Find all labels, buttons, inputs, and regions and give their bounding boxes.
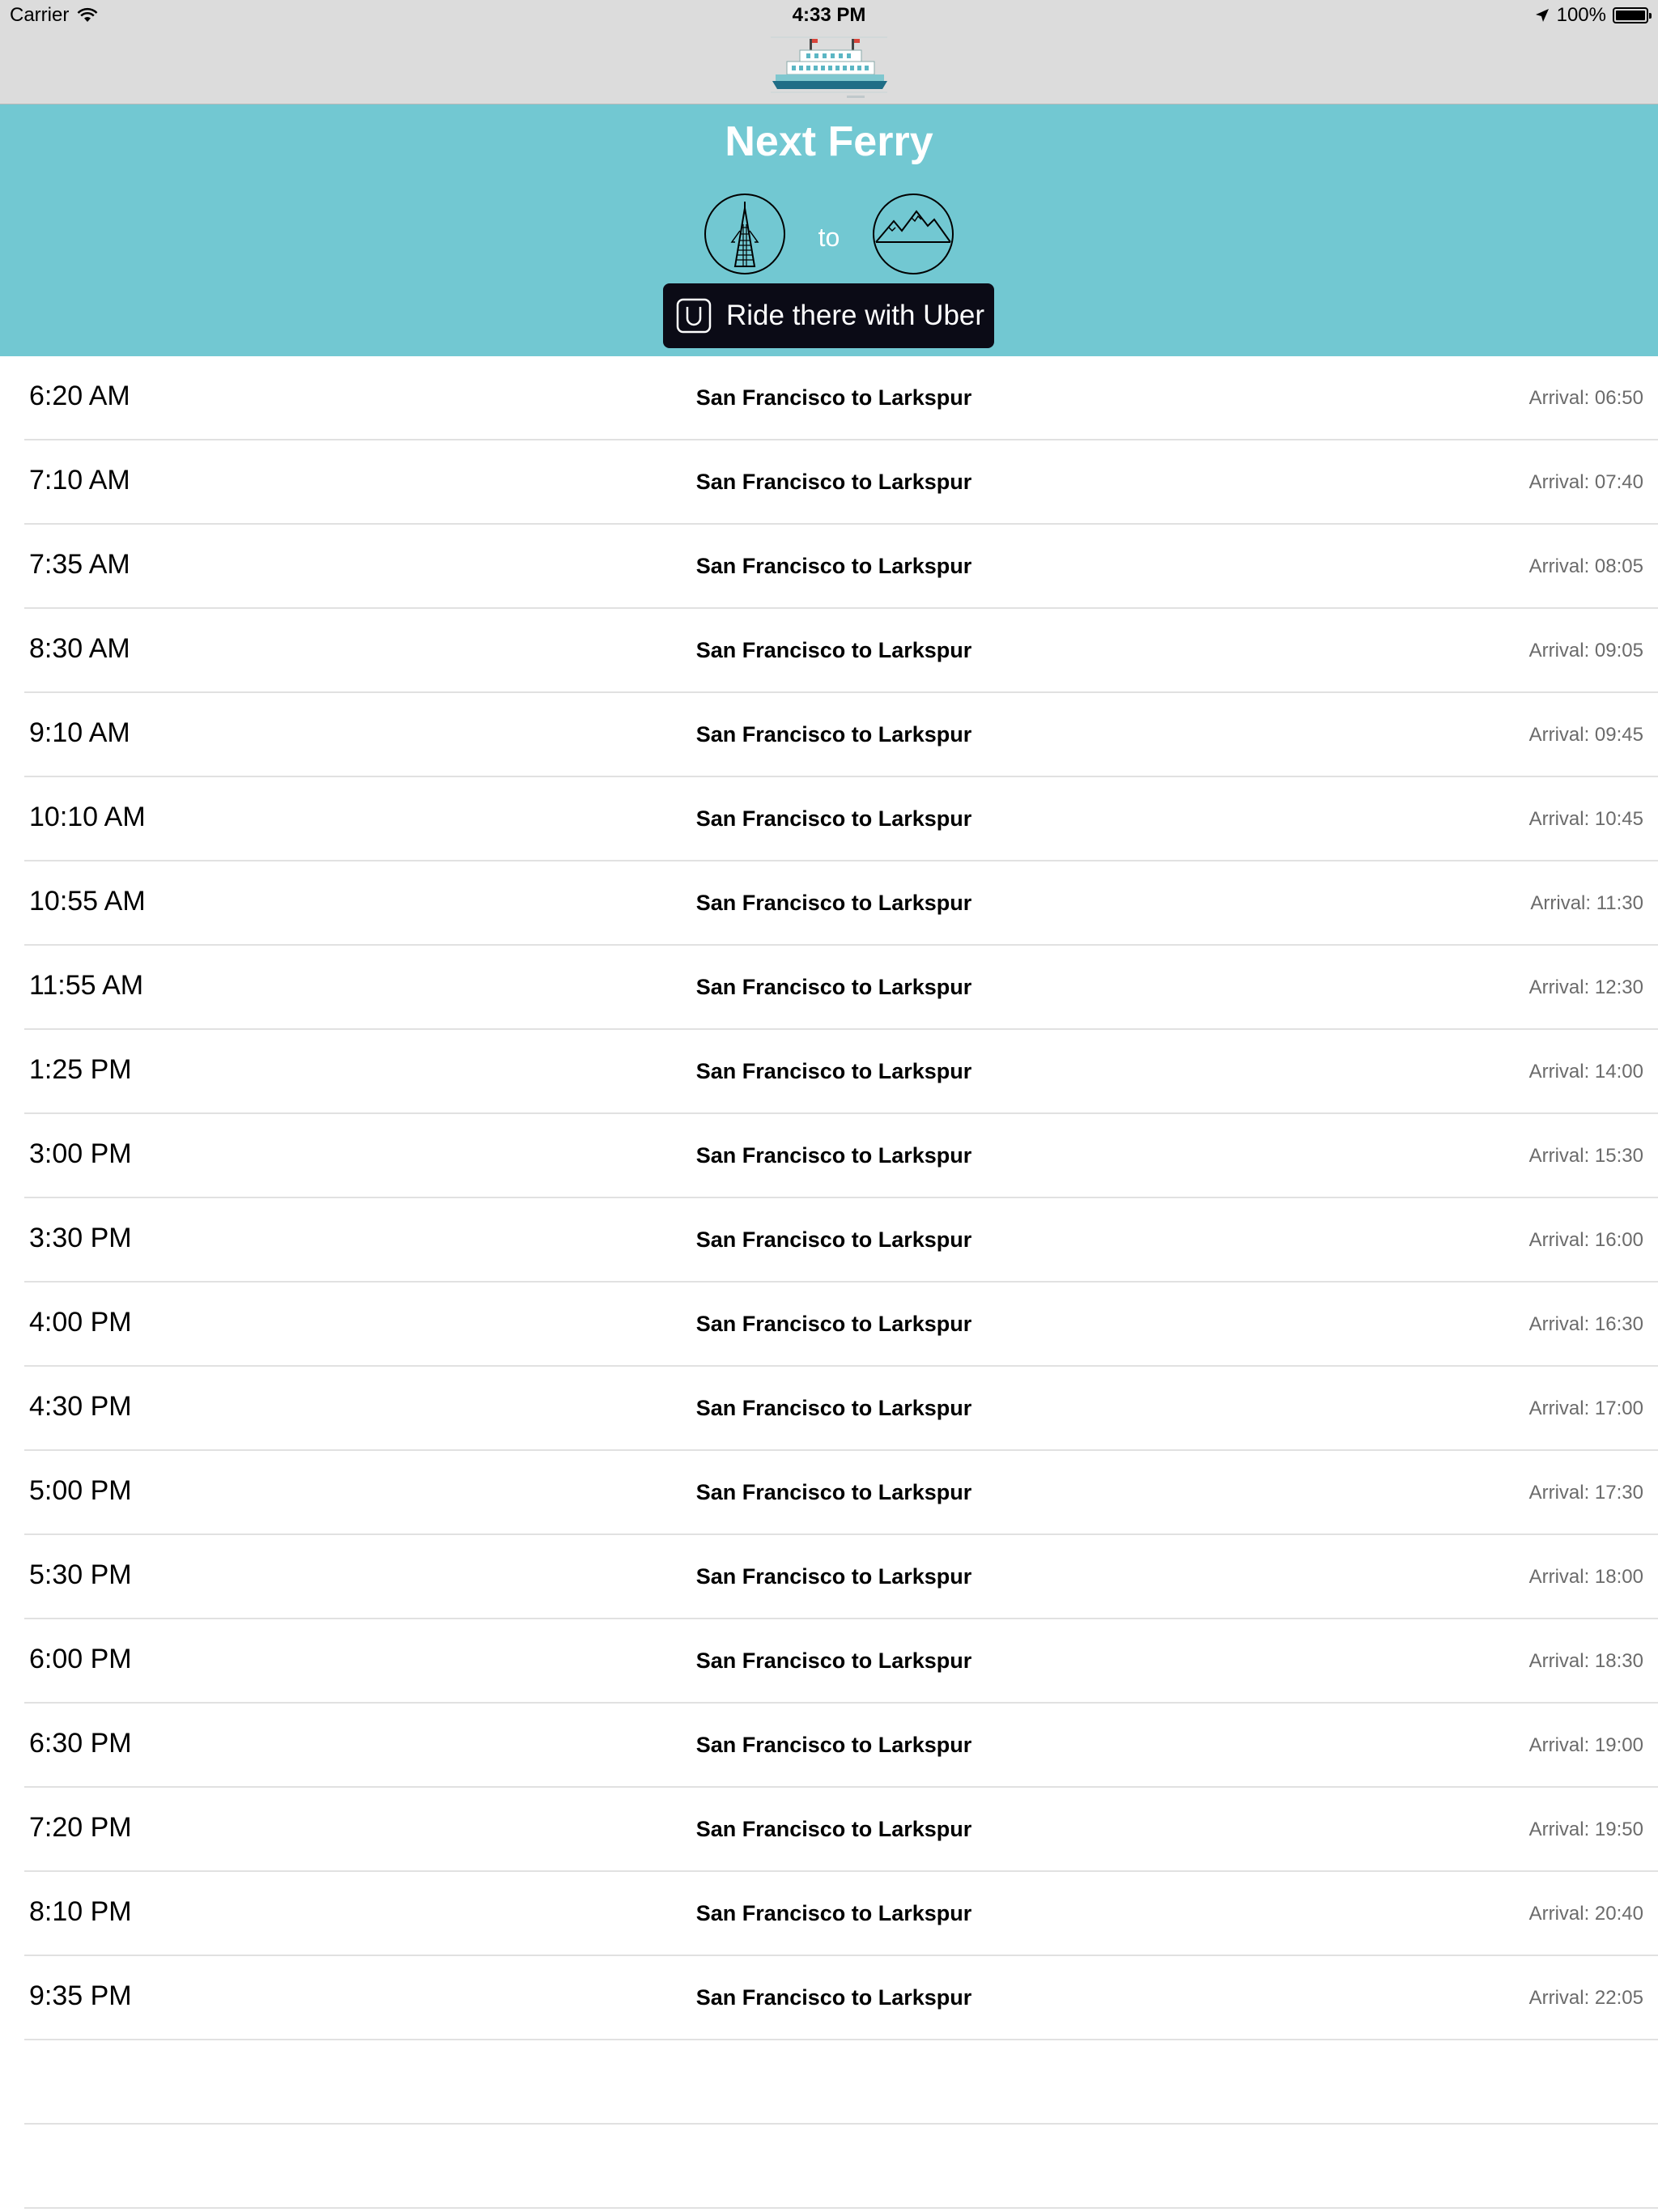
uber-logo-icon [676,298,712,334]
route-selector: to [704,194,954,278]
route-name: San Francisco to Larkspur [695,1396,972,1420]
schedule-row[interactable]: 11:55 AM San Francisco to Larkspur Arrival… [24,946,1658,1030]
mountains-icon [875,210,951,243]
schedule-row[interactable]: 7:20 PM San Francisco to Larkspur Arrival:… [24,1788,1658,1872]
arrival-time: Arrival: 22:05 [1528,1987,1643,2009]
location-arrow-icon [1535,9,1549,22]
route-name: San Francisco to Larkspur [695,1817,972,1841]
route-name: San Francisco to Larkspur [695,1648,972,1673]
arrival-time: Arrival: 20:40 [1528,1903,1643,1925]
battery-percent: 100% [1556,4,1606,26]
status-right: 100% [1534,4,1652,27]
route-name: San Francisco to Larkspur [695,1733,972,1757]
schedule-row[interactable]: 5:00 PM San Francisco to Larkspur Arrival:… [24,1451,1658,1535]
arrival-time: Arrival: 09:45 [1528,724,1643,746]
route-name: San Francisco to Larkspur [695,1143,972,1168]
battery-level [1616,11,1645,20]
arrival-time: Arrival: 09:05 [1528,640,1643,661]
uber-button-label: Ride there with Uber [726,300,985,331]
route-name: San Francisco to Larkspur [695,554,972,578]
arrival-time: Arrival: 17:00 [1528,1397,1643,1419]
schedule-row[interactable]: 5:30 PM San Francisco to Larkspur Arrival:… [24,1535,1658,1619]
route-name: San Francisco to Larkspur [695,638,972,662]
schedule-row[interactable]: 10:55 AM San Francisco to Larkspur Arrival… [24,861,1658,946]
schedule-row[interactable]: 4:00 PM San Francisco to Larkspur Arrival:… [24,1283,1658,1367]
schedule-row[interactable] [24,2125,1658,2209]
route-name: San Francisco to Larkspur [695,1985,972,2010]
schedule-row[interactable]: 3:30 PM San Francisco to Larkspur Arrival:… [24,1198,1658,1283]
arrival-time: Arrival: 15:30 [1528,1145,1643,1167]
route-name: San Francisco to Larkspur [695,1312,972,1336]
route-name: San Francisco to Larkspur [695,1564,972,1589]
schedule-row[interactable]: 10:10 AM San Francisco to Larkspur Arrival… [24,777,1658,861]
arrival-time: Arrival: 18:00 [1528,1566,1643,1588]
arrival-time: Arrival: 08:05 [1528,555,1643,577]
route-header: Next Ferry to Ride there with Uber [0,104,1658,356]
schedule-row[interactable]: 1:25 PM San Francisco to Larkspur Arrival:… [24,1030,1658,1114]
arrival-time: Arrival: 14:00 [1528,1061,1643,1083]
route-name: San Francisco to Larkspur [695,806,972,831]
route-name: San Francisco to Larkspur [695,975,972,999]
arrival-time: Arrival: 17:30 [1528,1482,1643,1504]
arrival-time: Arrival: 06:50 [1528,387,1643,409]
route-name: San Francisco to Larkspur [695,891,972,915]
ferry-schedule-list: 6:20 AM San Francisco to Larkspur Arrival:… [0,356,1658,2209]
status-time: 4:33 PM [792,4,866,26]
arrival-time: Arrival: 07:40 [1528,471,1643,493]
arrival-time: Arrival: 11:30 [1530,892,1643,914]
schedule-row[interactable]: 6:00 PM San Francisco to Larkspur Arrival:… [24,1619,1658,1704]
route-name: San Francisco to Larkspur [695,1059,972,1083]
schedule-row[interactable]: 9:35 PM San Francisco to Larkspur Arrival:… [24,1956,1658,2040]
arrival-time: Arrival: 10:45 [1528,808,1643,830]
schedule-row[interactable]: 3:00 PM San Francisco to Larkspur Arrival:… [24,1114,1658,1198]
route-name: San Francisco to Larkspur [695,722,972,747]
route-name: San Francisco to Larkspur [695,385,972,410]
destination-button[interactable] [873,194,954,274]
arrival-time: Arrival: 12:30 [1528,976,1643,998]
arrival-time: Arrival: 16:30 [1528,1313,1643,1335]
schedule-row[interactable]: 7:10 AM San Francisco to Larkspur Arrival:… [24,440,1658,525]
schedule-row[interactable]: 8:10 PM San Francisco to Larkspur Arrival:… [24,1872,1658,1956]
route-name: San Francisco to Larkspur [695,470,972,494]
schedule-row[interactable]: 6:30 PM San Francisco to Larkspur Arrival:… [24,1704,1658,1788]
navigation-bar [0,32,1658,104]
arrival-time: Arrival: 19:50 [1528,1819,1643,1840]
arrival-time: Arrival: 18:30 [1528,1650,1643,1672]
route-name: San Francisco to Larkspur [695,1901,972,1925]
schedule-row[interactable] [24,2040,1658,2125]
ride-with-uber-button[interactable]: Ride there with Uber [663,283,994,348]
schedule-row[interactable]: 8:30 AM San Francisco to Larkspur Arrival:… [24,609,1658,693]
schedule-row[interactable]: 6:20 AM San Francisco to Larkspur Arrival:… [24,356,1658,440]
arrival-time: Arrival: 19:00 [1528,1734,1643,1756]
schedule-row[interactable]: 4:30 PM San Francisco to Larkspur Arrival:… [24,1367,1658,1451]
ferry-logo-icon [771,36,887,98]
route-name: San Francisco to Larkspur [695,1227,972,1252]
status-bar: Carrier 4:33 PM 100% [0,0,1658,32]
schedule-row[interactable]: 7:35 AM San Francisco to Larkspur Arrival:… [24,525,1658,609]
route-name: San Francisco to Larkspur [695,1480,972,1504]
schedule-row[interactable]: 9:10 AM San Francisco to Larkspur Arrival:… [24,693,1658,777]
arrival-time: Arrival: 16:00 [1528,1229,1643,1251]
battery-icon [1613,7,1652,23]
page-title: Next Ferry [725,118,933,165]
